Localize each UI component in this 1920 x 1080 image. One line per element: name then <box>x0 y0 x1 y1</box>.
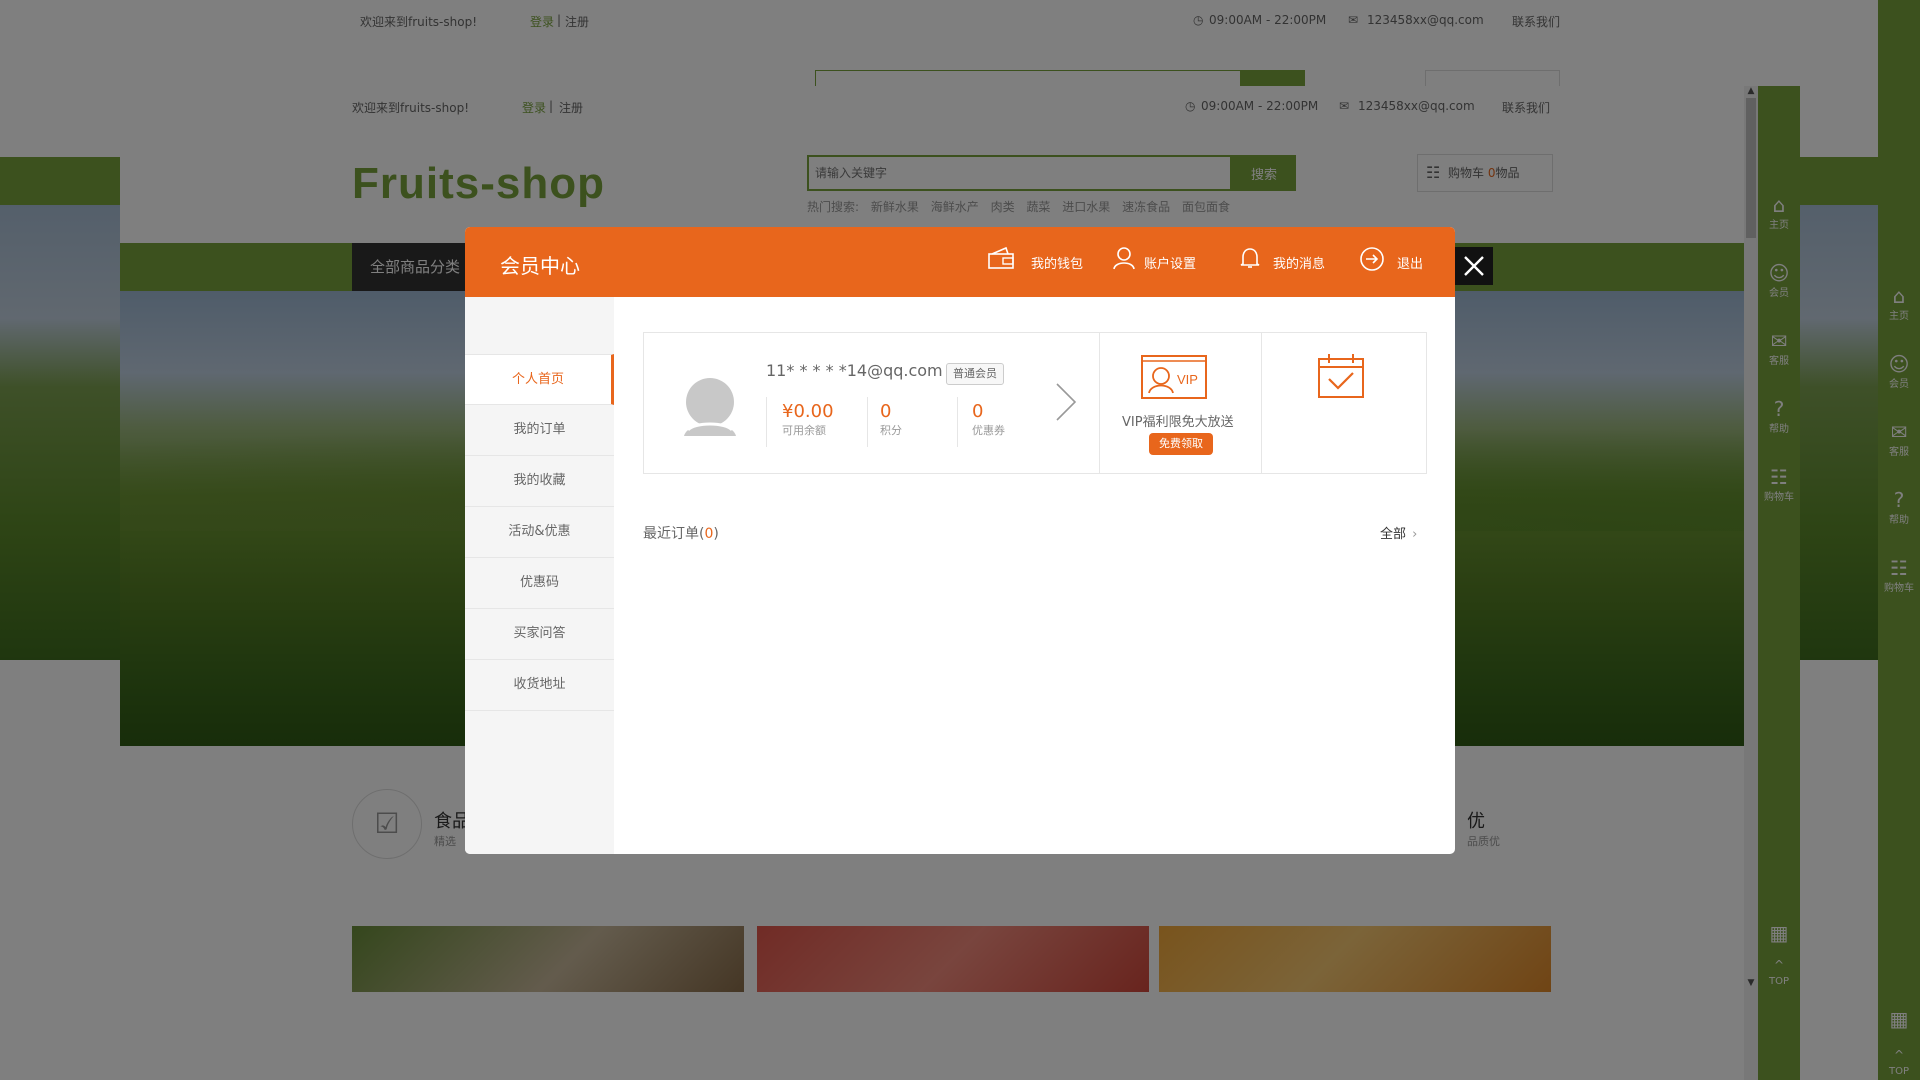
member-level-badge: 普通会员 <box>946 363 1004 385</box>
nav-label: 退出 <box>1397 257 1424 272</box>
balance-value: ¥0.00 <box>782 401 834 422</box>
claim-free-button[interactable]: 免费领取 <box>1149 433 1213 455</box>
points-value: 0 <box>880 401 892 422</box>
sidebar-item-home[interactable]: 个人首页 <box>465 354 614 405</box>
logout-icon <box>1360 247 1384 271</box>
sidebar-item-promotions[interactable]: 活动&优惠 <box>465 507 614 558</box>
stat-coupons[interactable]: 0 优惠券 <box>972 401 1005 438</box>
user-icon <box>1113 247 1135 270</box>
view-all-orders-link[interactable]: 全部 › <box>1380 523 1417 542</box>
recent-orders-label: 最近订单 <box>643 526 699 542</box>
divider <box>957 397 958 447</box>
close-modal-button[interactable] <box>1455 247 1493 285</box>
vip-card-icon[interactable]: VIP <box>1141 355 1207 399</box>
nav-label: 账户设置 <box>1144 257 1197 272</box>
balance-label: 可用余额 <box>782 424 826 437</box>
user-email: 11* * * * *14@qq.com <box>766 361 943 380</box>
sidebar-item-coupon-code[interactable]: 优惠码 <box>465 558 614 609</box>
divider <box>867 397 868 447</box>
paren-close: ) <box>713 526 719 542</box>
view-all-label: 全部 <box>1380 527 1407 542</box>
wallet-icon <box>988 246 1014 269</box>
vip-promo-text: VIP福利限免大放送 <box>1122 415 1234 430</box>
chevron-right-icon[interactable] <box>1054 381 1078 423</box>
sidebar-item-orders[interactable]: 我的订单 <box>465 405 614 456</box>
coupons-value: 0 <box>972 401 984 422</box>
nav-label: 我的消息 <box>1273 257 1326 272</box>
nav-label: 我的钱包 <box>1031 257 1084 272</box>
modal-title: 会员中心 <box>500 254 580 278</box>
vip-badge-text: VIP <box>1177 372 1198 387</box>
member-center-modal: 会员中心 我的钱包 账户设置 我的消息 退出 个人首页 我的订单 我的收藏 活动… <box>465 227 1455 854</box>
sidebar-item-qa[interactable]: 买家问答 <box>465 609 614 660</box>
stat-points[interactable]: 0 积分 <box>880 401 902 438</box>
member-sidebar: 个人首页 我的订单 我的收藏 活动&优惠 优惠码 买家问答 收货地址 <box>465 297 614 854</box>
chevron-right-icon: › <box>1412 527 1418 542</box>
recent-orders-heading: 最近订单(0) <box>643 523 719 543</box>
sidebar-item-favorites[interactable]: 我的收藏 <box>465 456 614 507</box>
close-icon <box>1464 256 1484 276</box>
divider <box>1261 333 1262 473</box>
points-label: 积分 <box>880 424 902 437</box>
divider <box>1099 333 1100 473</box>
sidebar-item-address[interactable]: 收货地址 <box>465 660 614 711</box>
member-info-card: 11* * * * *14@qq.com 普通会员 ¥0.00 可用余额 0 积… <box>643 332 1427 474</box>
stat-balance[interactable]: ¥0.00 可用余额 <box>782 401 834 438</box>
avatar[interactable] <box>682 378 738 436</box>
divider <box>766 397 767 447</box>
modal-header: 会员中心 我的钱包 账户设置 我的消息 退出 <box>465 227 1455 297</box>
calendar-checkin-icon[interactable] <box>1317 353 1365 399</box>
bell-icon <box>1240 248 1260 268</box>
coupons-label: 优惠券 <box>972 424 1005 437</box>
